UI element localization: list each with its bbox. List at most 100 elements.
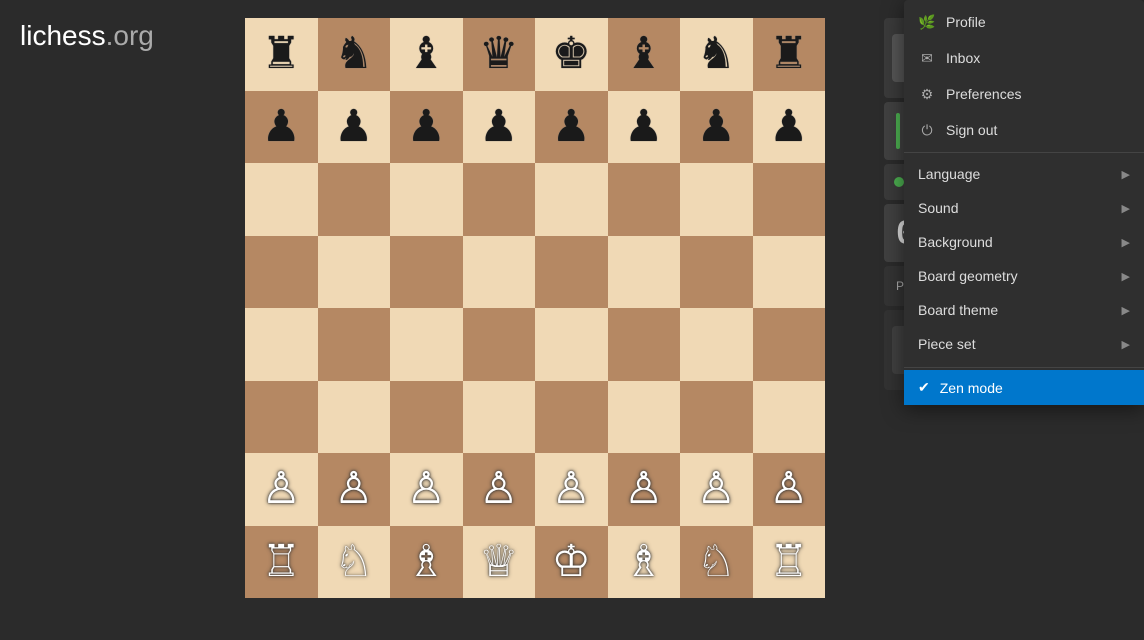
chess-piece: ♘ [697,540,736,584]
board-cell-1-6[interactable]: ♟ [680,91,753,164]
menu-item-piece-set[interactable]: Piece set ▶ [904,327,1144,361]
chess-piece: ♕ [479,540,518,584]
board-cell-1-3[interactable]: ♟ [463,91,536,164]
board-cell-1-2[interactable]: ♟ [390,91,463,164]
chess-piece: ♟ [769,105,808,149]
board-cell-6-1[interactable]: ♙ [318,453,391,526]
board-cell-3-4[interactable] [535,236,608,309]
board-cell-1-0[interactable]: ♟ [245,91,318,164]
menu-item-background[interactable]: Background ▶ [904,225,1144,259]
board-cell-4-0[interactable] [245,308,318,381]
chess-piece: ♙ [624,467,663,511]
chess-piece: ♟ [552,105,591,149]
board-cell-6-7[interactable]: ♙ [753,453,826,526]
chess-piece: ♘ [334,540,373,584]
board-cell-7-2[interactable]: ♗ [390,526,463,599]
menu-section-account: 🌿 Profile ✉ Inbox ⚙ Preferences ⏻ Sign o… [904,0,1144,153]
board-cell-3-3[interactable] [463,236,536,309]
board-cell-3-1[interactable] [318,236,391,309]
board-cell-2-1[interactable] [318,163,391,236]
chess-piece: ♙ [552,467,591,511]
board-cell-3-5[interactable] [608,236,681,309]
board-cell-2-4[interactable] [535,163,608,236]
board-cell-7-1[interactable]: ♘ [318,526,391,599]
board-cell-4-4[interactable] [535,308,608,381]
board-cell-6-5[interactable]: ♙ [608,453,681,526]
board-cell-5-5[interactable] [608,381,681,454]
inbox-icon: ✉ [918,49,936,67]
board-cell-6-4[interactable]: ♙ [535,453,608,526]
chess-piece: ♟ [262,105,301,149]
chess-piece: ♙ [769,467,808,511]
zen-check-icon: ✔ [918,379,930,396]
board-cell-5-3[interactable] [463,381,536,454]
board-cell-7-3[interactable]: ♕ [463,526,536,599]
menu-divider [904,367,1144,368]
board-cell-4-1[interactable] [318,308,391,381]
chess-piece: ♗ [407,540,446,584]
board-cell-0-1[interactable]: ♞ [318,18,391,91]
board-cell-5-1[interactable] [318,381,391,454]
board-cell-2-6[interactable] [680,163,753,236]
board-cell-1-1[interactable]: ♟ [318,91,391,164]
board-cell-2-3[interactable] [463,163,536,236]
board-cell-0-2[interactable]: ♝ [390,18,463,91]
zen-mode-label: Zen mode [940,380,1003,396]
board-cell-5-4[interactable] [535,381,608,454]
board-cell-6-6[interactable]: ♙ [680,453,753,526]
board-cell-4-6[interactable] [680,308,753,381]
chess-piece: ♞ [334,32,373,76]
board-cell-6-0[interactable]: ♙ [245,453,318,526]
board-cell-0-5[interactable]: ♝ [608,18,681,91]
board-cell-1-4[interactable]: ♟ [535,91,608,164]
board-cell-2-5[interactable] [608,163,681,236]
board-cell-5-6[interactable] [680,381,753,454]
menu-item-preferences[interactable]: ⚙ Preferences [904,76,1144,112]
board-cell-1-5[interactable]: ♟ [608,91,681,164]
profile-label: Profile [946,14,986,30]
board-cell-0-4[interactable]: ♚ [535,18,608,91]
board-cell-2-0[interactable] [245,163,318,236]
board-cell-7-4[interactable]: ♔ [535,526,608,599]
menu-item-board-theme[interactable]: Board theme ▶ [904,293,1144,327]
profile-icon: 🌿 [918,13,936,31]
menu-item-language[interactable]: Language ▶ [904,157,1144,191]
board-cell-6-3[interactable]: ♙ [463,453,536,526]
board-cell-2-2[interactable] [390,163,463,236]
board-cell-5-7[interactable] [753,381,826,454]
background-label: Background [918,234,993,250]
board-cell-5-2[interactable] [390,381,463,454]
preferences-icon: ⚙ [918,85,936,103]
board-cell-7-7[interactable]: ♖ [753,526,826,599]
menu-item-zen-mode[interactable]: ✔ Zen mode [904,370,1144,405]
board-cell-6-2[interactable]: ♙ [390,453,463,526]
board-cell-0-3[interactable]: ♛ [463,18,536,91]
sound-label: Sound [918,200,958,216]
logo-org: .org [106,20,154,51]
board-cell-0-0[interactable]: ♜ [245,18,318,91]
chess-board-container: ♜♞♝♛♚♝♞♜♟♟♟♟♟♟♟♟♙♙♙♙♙♙♙♙♖♘♗♕♔♗♘♖ [245,18,825,598]
board-cell-3-2[interactable] [390,236,463,309]
menu-item-profile[interactable]: 🌿 Profile [904,4,1144,40]
board-cell-0-6[interactable]: ♞ [680,18,753,91]
board-cell-1-7[interactable]: ♟ [753,91,826,164]
board-cell-7-5[interactable]: ♗ [608,526,681,599]
board-cell-4-5[interactable] [608,308,681,381]
chess-piece: ♟ [697,105,736,149]
menu-item-inbox[interactable]: ✉ Inbox [904,40,1144,76]
menu-item-signout[interactable]: ⏻ Sign out [904,112,1144,148]
board-cell-4-7[interactable] [753,308,826,381]
board-cell-7-6[interactable]: ♘ [680,526,753,599]
board-cell-2-7[interactable] [753,163,826,236]
board-cell-5-0[interactable] [245,381,318,454]
board-cell-4-2[interactable] [390,308,463,381]
board-cell-0-7[interactable]: ♜ [753,18,826,91]
board-theme-arrow: ▶ [1122,304,1130,317]
board-cell-7-0[interactable]: ♖ [245,526,318,599]
board-cell-3-6[interactable] [680,236,753,309]
board-cell-3-7[interactable] [753,236,826,309]
board-cell-3-0[interactable] [245,236,318,309]
board-cell-4-3[interactable] [463,308,536,381]
menu-item-board-geometry[interactable]: Board geometry ▶ [904,259,1144,293]
menu-item-sound[interactable]: Sound ▶ [904,191,1144,225]
